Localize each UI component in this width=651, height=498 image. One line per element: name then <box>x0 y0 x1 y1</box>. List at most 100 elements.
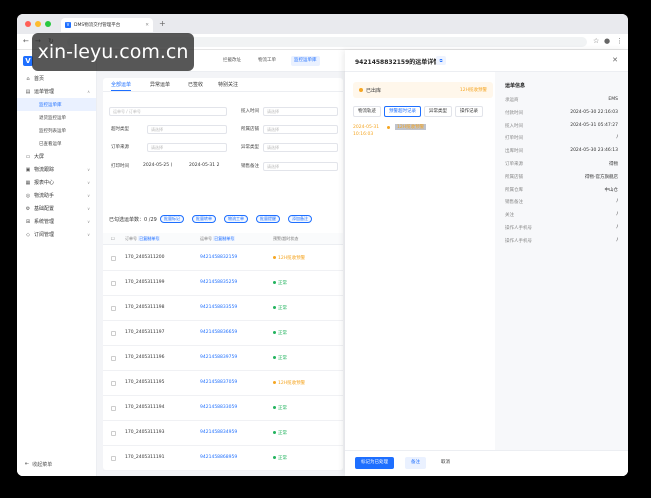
order-source-label: 订单来源 <box>111 145 129 150</box>
table-row[interactable]: 170_24053111929421458846959正常 <box>103 471 343 476</box>
sidebar-item-reports[interactable]: ▦ 报表中心 ∨ <box>17 176 96 189</box>
new-tab-icon[interactable]: + <box>159 19 166 28</box>
sidebar-item-subscribe[interactable]: ◇ 订阅管理 ∨ <box>17 228 96 241</box>
sidebar-group-waybill[interactable]: ▤ 运单管理 ∧ <box>17 85 96 98</box>
remark-select[interactable]: 请选择 <box>263 162 338 171</box>
batch-mark-button[interactable]: 批量标记 <box>160 215 184 223</box>
note-button[interactable]: 备注 <box>405 457 426 469</box>
waybill-link[interactable]: 9421458837059 <box>200 380 237 385</box>
tab-operation-log[interactable]: 操作记录 <box>455 106 483 117</box>
tab-followed[interactable]: 特别关注 <box>218 81 238 88</box>
sidebar-item-config[interactable]: ⚙ 基础配置 ∨ <box>17 202 96 215</box>
waybill-link[interactable]: 9421458832159 <box>200 255 237 260</box>
table-row[interactable]: 170_2405311198 9421458833559 正常 <box>103 296 343 321</box>
row-checkbox[interactable] <box>111 456 116 461</box>
waybill-link[interactable]: 9421458834959 <box>200 430 237 435</box>
bookmark-star-icon[interactable]: ☆ <box>593 37 599 45</box>
table-row[interactable]: 170_2405311194 9421458833059 正常 <box>103 396 343 421</box>
order-source-select[interactable]: 请选择 <box>147 143 227 152</box>
minimize-window-button[interactable] <box>35 21 41 27</box>
status-cell: 正常 <box>273 430 287 436</box>
row-checkbox[interactable] <box>111 431 116 436</box>
status-dot-icon <box>273 456 276 459</box>
status-dot-icon <box>273 281 276 284</box>
profile-icon[interactable]: ● <box>604 37 610 45</box>
collapse-menu-button[interactable]: ⇤ 收起菜单 <box>25 461 52 468</box>
waybill-link[interactable]: 9421458833559 <box>200 305 237 310</box>
ticket-button[interactable]: 物流工单 <box>224 215 248 223</box>
status-dot-icon <box>273 356 276 359</box>
info-key: 销售备注 <box>505 200 523 206</box>
tab-all[interactable]: 全部运单 <box>111 81 132 91</box>
timeout-label: 超时类型 <box>111 127 129 132</box>
th-waybill-tag[interactable]: 已复制单号 <box>213 236 236 241</box>
sidebar: V ⌂ 首页 ▤ 运单管理 ∧ 监控运单库 退货监控运单 监控列表运单 已查看运… <box>17 50 97 476</box>
close-icon[interactable]: ✕ <box>612 56 618 64</box>
batch-transfer-button[interactable]: 批量转单 <box>192 215 216 223</box>
store-select[interactable]: 请选择 <box>263 125 338 134</box>
browser-tab[interactable]: V DMS物流交付管理平台 ✕ <box>61 18 153 32</box>
sidebar-item-label: 首页 <box>34 76 45 82</box>
page-tab-ticket[interactable]: 物流工单 <box>258 56 276 66</box>
home-icon: ⌂ <box>26 75 30 82</box>
sidebar-sub-monitor[interactable]: 监控运单库 <box>17 98 96 111</box>
tab-close-icon[interactable]: ✕ <box>145 23 149 28</box>
table-row[interactable]: 170_2405311195 9421458837059 12H揽收预警 <box>103 371 343 396</box>
sidebar-sub-return[interactable]: 退货监控运单 <box>17 111 96 124</box>
print-time-end[interactable]: 2024-05-31 2 <box>189 163 219 168</box>
sidebar-item-tracking[interactable]: ▣ 物流跟踪 ∨ <box>17 163 96 176</box>
tab-abnormal[interactable]: 异常运单 <box>150 81 170 88</box>
waybill-link[interactable]: 9421458835259 <box>200 280 237 285</box>
abnormal-select[interactable]: 请选择 <box>263 143 338 152</box>
status-label: 12H揽收预警 <box>278 256 306 261</box>
row-checkbox[interactable] <box>111 331 116 336</box>
tab-track[interactable]: 物流轨迹 <box>353 106 381 117</box>
sidebar-item-assistant[interactable]: ◎ 物流助手 ∨ <box>17 189 96 202</box>
sidebar-item-system[interactable]: ⊞ 系统管理 ∨ <box>17 215 96 228</box>
sidebar-sub-list[interactable]: 监控列表运单 <box>17 124 96 137</box>
th-order-tag[interactable]: 已复制单号 <box>138 236 161 241</box>
sidebar-sub-viewed[interactable]: 已查看运单 <box>17 137 96 150</box>
row-checkbox[interactable] <box>111 406 116 411</box>
batch-remind-button[interactable]: 批量提醒 <box>256 215 280 223</box>
menu-kebab-icon[interactable]: ⋮ <box>616 37 623 45</box>
tab-warning-record[interactable]: 预警超时记录 <box>384 106 421 117</box>
waybill-link[interactable]: 9421458836659 <box>200 330 237 335</box>
info-key: 揽入时间 <box>505 123 523 129</box>
row-checkbox[interactable] <box>111 356 116 361</box>
waybill-link[interactable]: 9421458868959 <box>200 455 237 460</box>
row-checkbox[interactable] <box>111 256 116 261</box>
table-row[interactable]: 170_2405311193 9421458834959 正常 <box>103 421 343 446</box>
row-checkbox[interactable] <box>111 306 116 311</box>
copy-icon[interactable]: ⧉ <box>436 56 446 65</box>
mark-processed-button[interactable]: 标记为已处理 <box>355 457 394 469</box>
inbound-select[interactable]: 请选择 <box>263 107 338 116</box>
table-row[interactable]: 170_2405311191 9421458868959 正常 <box>103 446 343 471</box>
table-row[interactable]: 170_2405311200 9421458832159 12H揽收预警 <box>103 246 343 271</box>
waybill-link[interactable]: 9421458833059 <box>200 405 237 410</box>
add-note-button[interactable]: 添加备注 <box>288 215 312 223</box>
timeout-select[interactable]: 请选择 <box>147 125 227 134</box>
sidebar-item-screen[interactable]: ▭ 大屏 <box>17 150 96 163</box>
table-row[interactable]: 170_2405311199 9421458835259 正常 <box>103 271 343 296</box>
table-row[interactable]: 170_2405311197 9421458836659 正常 <box>103 321 343 346</box>
waybill-search-input[interactable]: 运单号 / 订单号 <box>109 107 227 116</box>
row-checkbox[interactable] <box>111 381 116 386</box>
select-all-checkbox[interactable]: ☐ <box>111 236 115 241</box>
tab-signed[interactable]: 已签收 <box>188 81 203 88</box>
page-tab-intercept[interactable]: 拦截改址 <box>223 56 241 66</box>
print-time-start[interactable]: 2024-05-25 ( <box>143 163 172 168</box>
sidebar-item-home[interactable]: ⌂ 首页 <box>17 72 96 85</box>
order-cell: 170_2405311194 <box>125 405 165 410</box>
tab-abnormal-type[interactable]: 异常类型 <box>424 106 452 117</box>
maximize-window-button[interactable] <box>45 21 51 27</box>
row-checkbox[interactable] <box>111 281 116 286</box>
timeline-text: 12H揽收预警 <box>395 124 427 130</box>
info-value: / <box>616 237 618 243</box>
table-row[interactable]: 170_2405311196 9421458839759 正常 <box>103 346 343 371</box>
waybill-link[interactable]: 9421458839759 <box>200 355 237 360</box>
cancel-button[interactable]: 取消 <box>435 457 456 469</box>
back-icon[interactable]: ← <box>23 37 29 45</box>
close-window-button[interactable] <box>25 21 31 27</box>
page-tab-monitor[interactable]: 监控运单库 <box>291 56 320 66</box>
